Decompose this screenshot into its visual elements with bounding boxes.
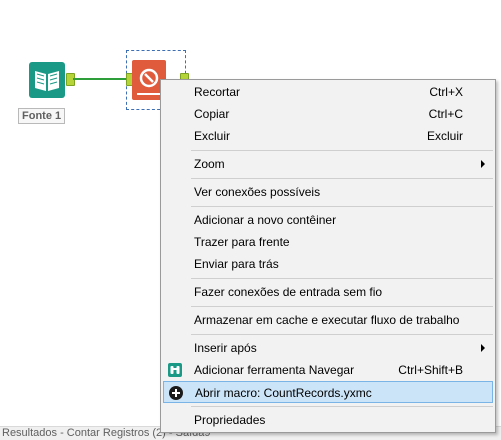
menu-item-shortcut: Ctrl+Shift+B	[398, 363, 463, 377]
menu-item-label: Excluir	[194, 129, 231, 143]
menu-separator	[191, 278, 493, 279]
menu-item-shortcut: Excluir	[426, 129, 463, 143]
menu-item-label: Inserir após	[194, 341, 257, 355]
submenu-arrow-icon	[481, 160, 485, 168]
menu-item-label: Zoom	[194, 157, 225, 171]
menu-separator	[191, 150, 493, 151]
menu-item-label: Adicionar ferramenta Navegar	[194, 363, 355, 377]
plus-circle-icon	[168, 385, 184, 401]
browse-binoculars-icon	[167, 362, 183, 378]
menu-item-insert-after[interactable]: Inserir após	[163, 337, 493, 359]
menu-item-label: Copiar	[194, 107, 230, 121]
submenu-arrow-icon	[481, 344, 485, 352]
menu-item-delete[interactable]: Excluir Excluir	[163, 125, 493, 147]
connection-line[interactable]	[73, 78, 126, 80]
book-icon	[35, 71, 59, 91]
menu-item-label: Enviar para trás	[194, 257, 279, 271]
tool-annotation: Fonte 1	[18, 108, 66, 124]
menu-item-label: Ver conexões possíveis	[194, 185, 321, 199]
menu-item-wireless[interactable]: Fazer conexões de entrada sem fio	[163, 281, 493, 303]
menu-separator	[191, 178, 493, 179]
input-data-tool[interactable]	[29, 62, 65, 98]
menu-item-send-back[interactable]: Enviar para trás	[163, 253, 493, 275]
menu-item-label: Fazer conexões de entrada sem fio	[194, 285, 383, 299]
menu-item-label: Abrir macro: CountRecords.yxmc	[195, 386, 372, 400]
menu-item-properties[interactable]: Propriedades	[163, 409, 493, 431]
menu-item-cache-run[interactable]: Armazenar em cache e executar fluxo de t…	[163, 309, 493, 331]
menu-item-view-connections[interactable]: Ver conexões possíveis	[163, 181, 493, 203]
menu-item-add-browse[interactable]: Adicionar ferramenta Navegar Ctrl+Shift+…	[163, 359, 493, 381]
menu-item-copy[interactable]: Copiar Ctrl+C	[163, 103, 493, 125]
menu-item-shortcut: Ctrl+X	[429, 85, 463, 99]
menu-item-label: Armazenar em cache e executar fluxo de t…	[194, 313, 460, 327]
menu-item-zoom[interactable]: Zoom	[163, 153, 493, 175]
menu-item-add-container[interactable]: Adicionar a novo contêiner	[163, 209, 493, 231]
menu-separator	[191, 334, 493, 335]
menu-separator	[191, 406, 493, 407]
menu-item-bring-front[interactable]: Trazer para frente	[163, 231, 493, 253]
menu-item-cut[interactable]: Recortar Ctrl+X	[163, 81, 493, 103]
menu-item-label: Recortar	[194, 85, 241, 99]
menu-item-label: Propriedades	[194, 413, 266, 427]
menu-item-label: Trazer para frente	[194, 235, 290, 249]
context-menu: Recortar Ctrl+X Copiar Ctrl+C Excluir Ex…	[160, 79, 496, 433]
menu-separator	[191, 306, 493, 307]
menu-separator	[191, 206, 493, 207]
menu-item-shortcut: Ctrl+C	[428, 107, 463, 121]
menu-item-open-macro[interactable]: Abrir macro: CountRecords.yxmc	[163, 381, 493, 403]
menu-item-label: Adicionar a novo contêiner	[194, 213, 337, 227]
